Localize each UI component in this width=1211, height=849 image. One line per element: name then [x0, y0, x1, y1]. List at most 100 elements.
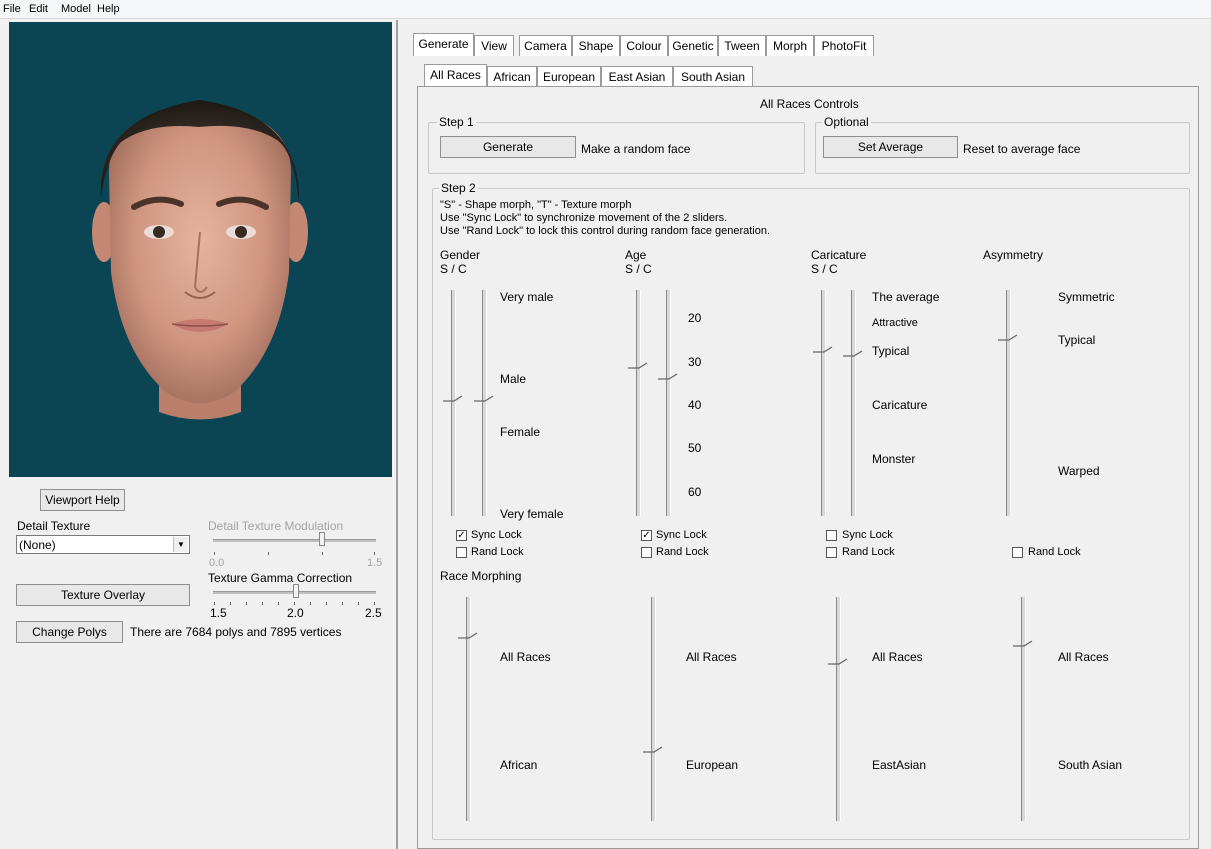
tick — [278, 602, 279, 605]
chevron-down-icon[interactable]: ▼ — [173, 537, 188, 552]
face-viewport[interactable] — [9, 22, 392, 477]
gender-label-very-female: Very female — [500, 507, 564, 521]
tick — [374, 552, 375, 555]
caricature-rand-lock-label: Rand Lock — [842, 546, 895, 558]
age-shape-slider[interactable] — [636, 290, 641, 516]
gender-rand-lock-label: Rand Lock — [471, 546, 524, 558]
age-rand-lock-checkbox[interactable] — [641, 547, 652, 558]
tick — [262, 602, 263, 605]
race-thumb-south-asian[interactable] — [1012, 640, 1034, 649]
menu-bar: File Edit Model Help — [0, 0, 1211, 19]
tick — [214, 552, 215, 555]
age-shape-thumb[interactable] — [627, 362, 649, 371]
age-sync-lock-checkbox[interactable]: ✓ — [641, 530, 652, 541]
tab-photofit[interactable]: PhotoFit — [814, 35, 874, 56]
subtab-south-asian[interactable]: South Asian — [673, 66, 753, 87]
gender-rand-lock-checkbox[interactable] — [456, 547, 467, 558]
race-label-top-3: All Races — [872, 650, 923, 664]
generate-desc: Make a random face — [581, 142, 691, 156]
generate-button[interactable]: Generate — [440, 136, 576, 158]
caricature-colour-slider[interactable] — [851, 290, 856, 516]
asymmetry-label-typical: Typical — [1058, 333, 1096, 347]
gamma-label: Texture Gamma Correction — [208, 571, 353, 585]
menu-model[interactable]: Model — [61, 3, 91, 15]
gender-sync-lock-label: Sync Lock — [471, 529, 522, 541]
race-slider-south-asian[interactable] — [1021, 597, 1026, 821]
tab-generate[interactable]: Generate — [413, 33, 474, 56]
modulation-max: 1.5 — [367, 557, 383, 569]
race-thumb-east-asian[interactable] — [827, 658, 849, 667]
caricature-rand-lock-checkbox[interactable] — [826, 547, 837, 558]
caricature-label-monster: Monster — [872, 452, 916, 466]
tick — [268, 552, 269, 555]
tab-view[interactable]: View — [474, 35, 514, 56]
tab-camera[interactable]: Camera — [519, 35, 572, 56]
caricature-sync-lock-checkbox[interactable] — [826, 530, 837, 541]
viewport-help-button[interactable]: Viewport Help — [40, 489, 125, 511]
subtab-all-races[interactable]: All Races — [424, 64, 487, 87]
caricature-sync-lock-label: Sync Lock — [842, 529, 893, 541]
modulation-min: 0.0 — [209, 557, 225, 569]
tick — [310, 602, 311, 605]
tab-genetic[interactable]: Genetic — [668, 35, 718, 56]
subtab-european[interactable]: European — [537, 66, 601, 87]
gender-colour-thumb[interactable] — [473, 395, 495, 404]
gamma-slider-thumb[interactable] — [293, 584, 299, 598]
tick — [374, 602, 375, 605]
age-label-40: 40 — [688, 398, 702, 412]
age-colour-slider[interactable] — [666, 290, 671, 516]
gender-sync-lock-checkbox[interactable]: ✓ — [456, 530, 467, 541]
age-colour-thumb[interactable] — [657, 373, 679, 382]
set-average-desc: Reset to average face — [963, 142, 1081, 156]
tab-morph[interactable]: Morph — [766, 35, 814, 56]
change-polys-button[interactable]: Change Polys — [16, 621, 123, 643]
modulation-slider-thumb[interactable] — [319, 532, 325, 546]
splitter[interactable] — [396, 20, 398, 849]
menu-help[interactable]: Help — [97, 3, 120, 15]
set-average-button[interactable]: Set Average — [823, 136, 958, 158]
gender-label-female: Female — [500, 425, 541, 439]
race-thumb-european[interactable] — [642, 746, 664, 755]
race-thumb-african[interactable] — [457, 632, 479, 641]
caricature-label-average: The average — [872, 290, 940, 304]
race-slider-east-asian[interactable] — [836, 597, 841, 821]
tick — [322, 552, 323, 555]
asymmetry-slider[interactable] — [1006, 290, 1011, 516]
gamma-tick-1: 1.5 — [210, 606, 227, 620]
gender-label-very-male: Very male — [500, 290, 554, 304]
texture-overlay-button[interactable]: Texture Overlay — [16, 584, 190, 606]
asymmetry-thumb[interactable] — [997, 334, 1019, 343]
tick — [342, 602, 343, 605]
tab-tween[interactable]: Tween — [718, 35, 766, 56]
face-render — [92, 100, 308, 420]
detail-texture-select[interactable]: (None) ▼ — [16, 535, 190, 554]
tab-shape[interactable]: Shape — [572, 35, 620, 56]
menu-edit[interactable]: Edit — [29, 3, 48, 15]
tick — [326, 602, 327, 605]
step2-title: Step 2 — [439, 181, 478, 195]
modulation-label: Detail Texture Modulation — [208, 519, 344, 533]
race-slider-african[interactable] — [466, 597, 471, 821]
panel-title: All Races Controls — [760, 97, 859, 111]
race-label-east-asian: EastAsian — [872, 758, 927, 772]
tick — [230, 602, 231, 605]
instruction-line-2: Use "Sync Lock" to synchronize movement … — [440, 212, 728, 224]
race-label-top-4: All Races — [1058, 650, 1109, 664]
asymmetry-label-symmetric: Symmetric — [1058, 290, 1115, 304]
asymmetry-rand-lock-checkbox[interactable] — [1012, 547, 1023, 558]
race-label-european: European — [686, 758, 739, 772]
tab-colour[interactable]: Colour — [620, 35, 668, 56]
race-slider-european[interactable] — [651, 597, 656, 821]
gender-shape-thumb[interactable] — [442, 395, 464, 404]
caricature-sc: S / C — [811, 262, 838, 276]
age-title: Age — [625, 248, 647, 262]
subtab-african[interactable]: African — [487, 66, 537, 87]
caricature-colour-thumb[interactable] — [842, 350, 864, 359]
asymmetry-rand-lock-label: Rand Lock — [1028, 546, 1081, 558]
subtab-east-asian[interactable]: East Asian — [601, 66, 673, 87]
caricature-shape-slider[interactable] — [821, 290, 826, 516]
caricature-shape-thumb[interactable] — [812, 346, 834, 355]
instruction-line-3: Use "Rand Lock" to lock this control dur… — [440, 225, 771, 237]
modulation-slider-track[interactable] — [213, 539, 376, 542]
menu-file[interactable]: File — [3, 3, 21, 15]
